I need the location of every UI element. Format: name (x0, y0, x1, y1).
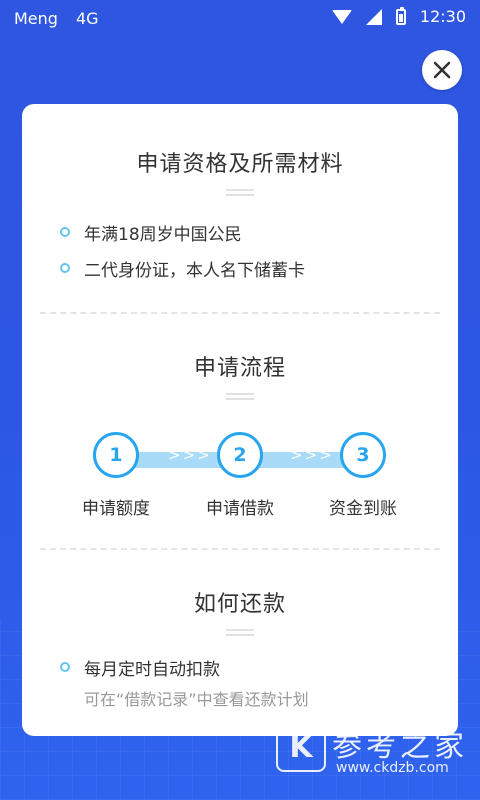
title-divider-icon (226, 188, 254, 196)
watermark-text: 参考之家 (332, 729, 468, 764)
status-bar: Meng 4G 12:30 (0, 0, 480, 36)
signal-icon (365, 8, 382, 25)
process-steps: >>> >>> 1 2 3 (22, 422, 458, 486)
title-divider-icon (226, 392, 254, 400)
repayment-section: 如何还款 每月定时自动扣款 可在“借款记录”中查看还款计划 (22, 550, 458, 710)
bullet-dot-icon (60, 227, 70, 237)
close-icon (433, 61, 451, 79)
process-section: 申请流程 >>> >>> 1 2 3 申请额度 申请借款 资金到账 (22, 314, 458, 520)
list-item: 每月定时自动扣款 (22, 652, 458, 682)
eligibility-section: 申请资格及所需材料 年满18周岁中国公民 二代身份证，本人名下储蓄卡 (22, 104, 458, 286)
battery-icon (395, 6, 406, 25)
close-button[interactable] (422, 50, 462, 90)
carrier-name: Meng (14, 9, 58, 28)
info-card: 申请资格及所需材料 年满18周岁中国公民 二代身份证，本人名下储蓄卡 申请流程 … (22, 104, 458, 736)
arrow-icon: >>> (168, 446, 212, 464)
step-2-circle: 2 (217, 432, 263, 478)
eligibility-title: 申请资格及所需材料 (136, 152, 344, 177)
process-title: 申请流程 (193, 356, 286, 381)
list-item: 年满18周岁中国公民 (22, 214, 458, 250)
watermark-logo-icon: K (276, 722, 326, 772)
repayment-item: 每月定时自动扣款 (84, 659, 220, 680)
step-1-circle: 1 (93, 432, 139, 478)
step-1-label: 申请额度 (82, 499, 150, 519)
title-divider-icon (226, 628, 254, 636)
clock: 12:30 (419, 7, 466, 26)
repayment-subtext: 可在“借款记录”中查看还款计划 (84, 690, 309, 709)
step-2-label: 申请借款 (206, 499, 274, 519)
bullet-dot-icon (60, 662, 70, 672)
network-type: 4G (75, 9, 99, 28)
step-3-circle: 3 (340, 432, 386, 478)
repayment-title: 如何还款 (193, 592, 286, 617)
step-3-label: 资金到账 (329, 499, 397, 519)
eligibility-item: 年满18周岁中国公民 (84, 224, 242, 245)
watermark: K 参考之家 www.ckdzb.com (276, 722, 468, 776)
bullet-dot-icon (60, 263, 70, 273)
eligibility-item: 二代身份证，本人名下储蓄卡 (84, 260, 305, 281)
watermark-url: www.ckdzb.com (336, 760, 449, 776)
arrow-icon: >>> (290, 446, 334, 464)
list-item: 二代身份证，本人名下储蓄卡 (22, 250, 458, 286)
wifi-icon (331, 9, 352, 24)
